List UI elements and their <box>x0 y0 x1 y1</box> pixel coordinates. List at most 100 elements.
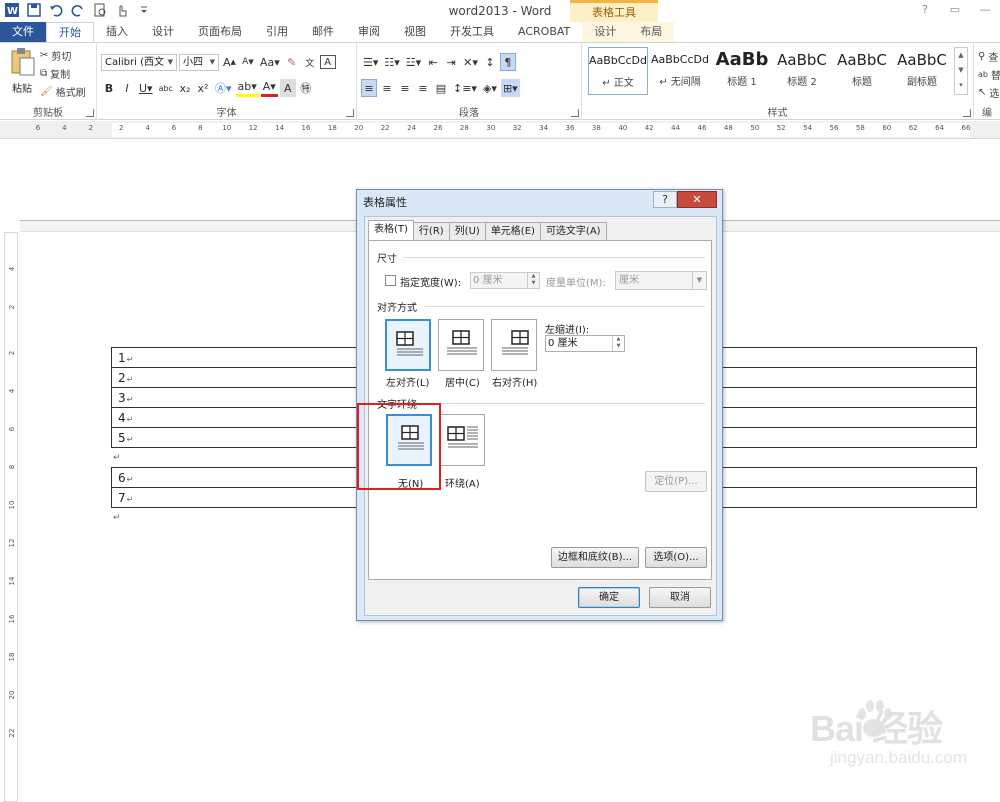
wrap-around-option[interactable] <box>439 414 485 466</box>
align-right-icon[interactable]: ≡ <box>397 79 413 97</box>
spinner-arrows-icon[interactable]: ▲ ▼ <box>527 273 539 288</box>
styles-launcher-icon[interactable] <box>963 109 971 117</box>
phonetic-guide-icon[interactable]: 文 <box>302 53 318 71</box>
tab-table[interactable]: 表格(T) <box>368 220 414 240</box>
bold-icon[interactable]: B <box>101 79 117 97</box>
font-color-icon[interactable]: A▾ <box>260 79 278 97</box>
watermark-text: Bai 经验 <box>810 708 943 749</box>
distributed-icon[interactable]: ▤ <box>433 79 449 97</box>
align-right-option[interactable] <box>491 319 537 371</box>
dialog-help-button[interactable]: ? <box>653 191 677 208</box>
dialog-close-button[interactable]: ✕ <box>677 191 717 208</box>
width-spinner[interactable]: 0 厘米 ▲ ▼ <box>470 272 540 289</box>
chevron-down-icon: ▼ <box>692 272 706 289</box>
tab-references[interactable]: 引用 <box>254 22 300 42</box>
size-section-title: 尺寸 <box>377 254 397 265</box>
borders-icon[interactable]: ⊞▾ <box>500 79 520 97</box>
decrease-indent-icon[interactable]: ⇤ <box>425 53 441 71</box>
measure-unit-select[interactable]: 厘米 ▼ <box>615 271 707 290</box>
style-heading-1[interactable]: AaBb 标题 1 <box>712 47 772 95</box>
tab-alt-text[interactable]: 可选文字(A) <box>539 222 607 240</box>
replace-button[interactable]: ab 替 <box>978 65 1000 83</box>
style-subtitle[interactable]: AaBbC 副标题 <box>892 47 952 95</box>
increase-indent-icon[interactable]: ⇥ <box>443 53 459 71</box>
style-sample: AaBbC <box>897 51 947 69</box>
tab-table-layout[interactable]: 布局 <box>628 22 675 42</box>
chevron-down-icon: ▼ <box>209 57 215 66</box>
font-size-combo[interactable]: 小四 ▼ <box>179 53 219 71</box>
enclose-character-icon[interactable]: ㊕ <box>298 79 314 97</box>
tab-file[interactable]: 文件 <box>0 22 46 42</box>
tab-view[interactable]: 视图 <box>392 22 438 42</box>
ruler-tick-label: 16 <box>8 614 16 624</box>
format-painter-button[interactable]: 🖌 格式刷 <box>40 82 86 100</box>
clear-format-icon[interactable]: ✎ <box>284 53 300 71</box>
align-left-option[interactable] <box>385 319 431 371</box>
chinese-layout-icon[interactable]: ✕▾ <box>461 53 480 71</box>
underline-icon[interactable]: U▾ <box>137 79 155 97</box>
strikethrough-icon[interactable]: abc <box>157 79 175 97</box>
tab-review[interactable]: 审阅 <box>346 22 392 42</box>
dialog-title: 表格属性 <box>363 196 407 209</box>
text-effects-icon[interactable]: Ⓐ▾ <box>213 79 234 97</box>
find-button[interactable]: ⚲ 查 <box>978 47 998 65</box>
vertical-ruler[interactable]: 4 2 2 4 6 8 10 12 14 16 18 20 22 <box>4 232 18 802</box>
subscript-icon[interactable]: x₂ <box>177 79 193 97</box>
style-normal[interactable]: AaBbCcDd ↵ 正文 <box>588 47 648 95</box>
align-left-icon[interactable]: ≡ <box>361 79 377 97</box>
justify-icon[interactable]: ≡ <box>415 79 431 97</box>
dialog-tabs: 表格(T) 行(R) 列(U) 单元格(E) 可选文字(A) <box>368 220 607 240</box>
borders-shading-button[interactable]: 边框和底纹(B)... <box>551 547 639 568</box>
paragraph-launcher-icon[interactable] <box>571 109 579 117</box>
spinner-arrows-icon[interactable]: ▲ ▼ <box>612 336 624 351</box>
tab-mailings[interactable]: 邮件 <box>300 22 346 42</box>
multilevel-list-icon[interactable]: ☳▾ <box>404 53 423 71</box>
character-shading-icon[interactable]: A <box>279 79 296 97</box>
italic-icon[interactable]: I <box>119 79 135 97</box>
cut-button[interactable]: ✂ 剪切 <box>40 46 86 64</box>
specify-width-checkbox[interactable] <box>385 275 396 286</box>
shading-icon[interactable]: ◈▾ <box>481 79 499 97</box>
copy-button[interactable]: ⧉ 复制 <box>40 64 86 82</box>
cancel-button[interactable]: 取消 <box>649 587 711 608</box>
positioning-button[interactable]: 定位(P)... <box>645 471 707 492</box>
tab-table-design[interactable]: 设计 <box>582 22 629 42</box>
tab-page-layout[interactable]: 页面布局 <box>186 22 254 42</box>
tab-acrobat[interactable]: ACROBAT <box>506 22 582 42</box>
style-no-spacing[interactable]: AaBbCcDd ↵ 无间隔 <box>650 47 710 95</box>
ribbon-display-icon[interactable]: ▭ <box>940 0 970 20</box>
numbering-icon[interactable]: ☷▾ <box>382 53 401 71</box>
help-button[interactable]: ? <box>910 0 940 20</box>
minimize-icon[interactable]: — <box>970 0 1000 20</box>
options-button[interactable]: 选项(O)... <box>645 547 707 568</box>
sort-icon[interactable]: ↕ <box>482 53 498 71</box>
style-title[interactable]: AaBbC 标题 <box>832 47 892 95</box>
font-name-combo[interactable]: Calibri (西文 ▼ <box>101 53 177 71</box>
bullets-icon[interactable]: ☰▾ <box>361 53 380 71</box>
horizontal-ruler[interactable]: 6 4 2 2 4 6 8 10 12 14 16 18 20 22 24 26 28 30 32 34 36 38 40 4… <box>0 121 1000 139</box>
tab-row[interactable]: 行(R) <box>412 222 450 240</box>
align-center-option[interactable] <box>438 319 484 371</box>
tab-column[interactable]: 列(U) <box>448 222 486 240</box>
left-indent-spinner[interactable]: 0 厘米 ▲ ▼ <box>545 335 625 352</box>
align-center-icon[interactable]: ≡ <box>379 79 395 97</box>
clipboard-launcher-icon[interactable] <box>86 109 94 117</box>
shrink-font-icon[interactable]: A ▼ <box>240 53 256 71</box>
show-marks-icon[interactable]: ¶ <box>499 53 516 71</box>
tab-developer[interactable]: 开发工具 <box>438 22 506 42</box>
tab-insert[interactable]: 插入 <box>94 22 140 42</box>
styles-scroll[interactable]: ▲ ▼ ▾ <box>954 47 968 95</box>
superscript-icon[interactable]: x² <box>195 79 211 97</box>
ok-button[interactable]: 确定 <box>578 587 640 608</box>
line-spacing-icon[interactable]: ↕≡▾ <box>451 79 479 97</box>
font-launcher-icon[interactable] <box>346 109 354 117</box>
grow-font-icon[interactable]: A ▲ <box>221 53 238 71</box>
highlight-color-icon[interactable]: ab▾ <box>235 79 259 97</box>
character-border-icon[interactable]: A <box>319 55 336 69</box>
tab-design[interactable]: 设计 <box>140 22 186 42</box>
tab-home[interactable]: 开始 <box>46 22 94 42</box>
tab-cell[interactable]: 单元格(E) <box>484 222 541 240</box>
style-heading-2[interactable]: AaBbC 标题 2 <box>772 47 832 95</box>
select-button[interactable]: ↖ 选 <box>978 83 999 101</box>
change-case-icon[interactable]: Aa▾ <box>258 53 282 71</box>
